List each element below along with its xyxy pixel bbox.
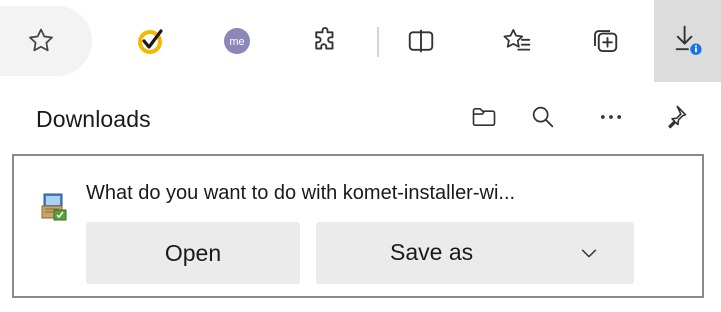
open-folder-button[interactable] [461,96,507,142]
favorites-button[interactable] [488,10,546,72]
downloads-panel-header: Downloads [0,82,721,154]
open-button[interactable]: Open [86,222,300,284]
search-downloads-button[interactable] [520,96,566,142]
download-arrow-icon [671,22,705,61]
chevron-down-icon[interactable] [578,242,600,270]
collections-icon [590,26,620,56]
download-prompt: What do you want to do with komet-instal… [86,182,516,204]
folder-icon [470,103,498,136]
norton-check-icon [135,25,167,57]
me-circle-icon: me [222,26,252,56]
search-icon [529,103,557,136]
add-favorite-button[interactable] [12,10,70,72]
open-button-label: Open [164,239,222,266]
me-extension-button[interactable]: me [208,10,266,72]
favorites-list-icon [501,26,533,56]
extensions-button[interactable] [296,10,354,72]
puzzle-icon [310,26,340,56]
more-options-button[interactable] [588,96,634,142]
norton-extension-button[interactable] [122,10,180,72]
download-item-card: What do you want to do with komet-instal… [12,154,704,298]
collections-button[interactable] [576,10,634,72]
star-outline-icon [26,26,56,56]
browser-toolbar: me [0,0,721,82]
me-extension-label: me [229,36,244,48]
panel-title: Downloads [36,106,151,132]
installer-icon [40,192,68,222]
pin-icon [661,103,689,136]
save-as-label: Save as [390,239,474,265]
ellipsis-icon [597,103,625,136]
downloads-button[interactable] [654,0,721,82]
pin-panel-button[interactable] [652,96,698,142]
split-screen-icon [406,26,436,56]
save-as-button[interactable]: Save as [316,222,634,284]
toolbar-divider [377,27,379,57]
split-screen-button[interactable] [392,10,450,72]
